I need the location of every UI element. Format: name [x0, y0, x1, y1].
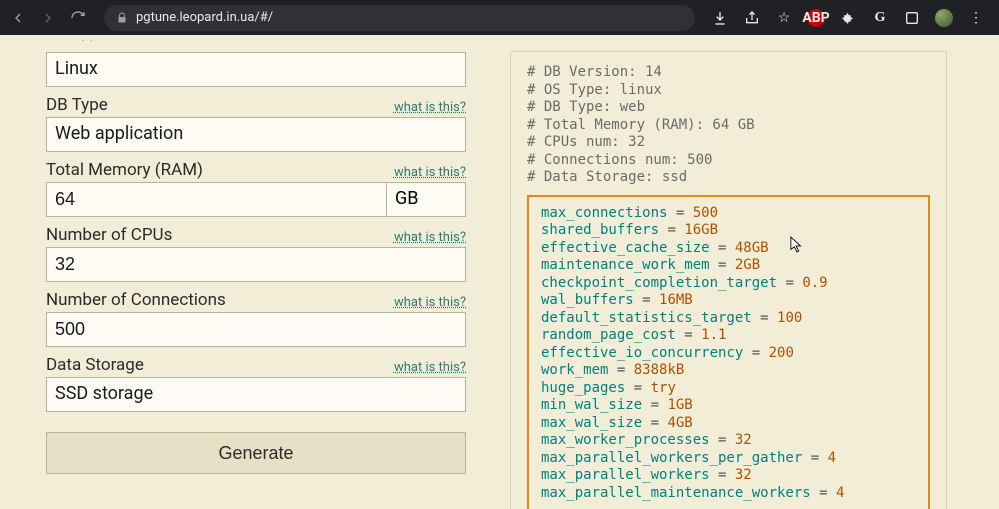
toolbar-right: ☆ ABP G ⋮: [711, 9, 991, 27]
total-memory-label: Total Memory (RAM): [46, 160, 203, 180]
google-g-icon[interactable]: G: [871, 9, 889, 27]
data-storage-select[interactable]: SSD storage: [46, 377, 466, 412]
comment-line: # OS Type: linux: [527, 82, 930, 100]
config-line: min_wal_size = 1GB: [541, 397, 916, 415]
cpus-field: Number of CPUs what is this?: [46, 225, 466, 282]
config-line: max_parallel_workers = 32: [541, 467, 916, 485]
config-line: default_statistics_target = 100: [541, 310, 916, 328]
config-line: work_mem = 8388kB: [541, 362, 916, 380]
config-settings: max_connections = 500shared_buffers = 16…: [527, 195, 930, 509]
total-memory-help-link[interactable]: what is this?: [394, 165, 466, 180]
comment-line: # DB Type: web: [527, 99, 930, 117]
cpus-label: Number of CPUs: [46, 225, 172, 245]
config-line: maintenance_work_mem = 2GB: [541, 257, 916, 275]
cpus-help-link[interactable]: what is this?: [394, 230, 466, 245]
tabs-icon[interactable]: [903, 9, 921, 27]
total-memory-field: Total Memory (RAM) what is this? GB: [46, 160, 466, 217]
config-line: max_wal_size = 4GB: [541, 415, 916, 433]
config-line: wal_buffers = 16MB: [541, 292, 916, 310]
config-comments: # DB Version: 14# OS Type: linux# DB Typ…: [527, 64, 930, 187]
os-type-field: OS Type what is this? Linux: [46, 35, 466, 87]
comment-line: # CPUs num: 32: [527, 134, 930, 152]
data-storage-label: Data Storage: [46, 355, 144, 375]
connections-field: Number of Connections what is this?: [46, 290, 466, 347]
install-app-icon[interactable]: [711, 9, 729, 27]
os-type-select[interactable]: Linux: [46, 52, 466, 87]
form-panel: OS Type what is this? Linux DB Type what…: [46, 35, 466, 509]
page-body: OS Type what is this? Linux DB Type what…: [0, 35, 999, 509]
comment-line: # Total Memory (RAM): 64 GB: [527, 117, 930, 135]
comment-line: # Connections num: 500: [527, 152, 930, 170]
extensions-icon[interactable]: [839, 9, 857, 27]
lock-icon: [116, 12, 128, 24]
abp-extension-icon[interactable]: ABP: [807, 9, 825, 27]
db-type-field: DB Type what is this? Web application: [46, 95, 466, 152]
data-storage-field: Data Storage what is this? SSD storage: [46, 355, 466, 412]
config-line: max_parallel_workers_per_gather = 4: [541, 450, 916, 468]
url-text: pgtune.leopard.in.ua/#/: [136, 10, 273, 25]
comment-line: # Data Storage: ssd: [527, 169, 930, 187]
profile-avatar[interactable]: [935, 9, 953, 27]
browser-toolbar: pgtune.leopard.in.ua/#/ ☆ ABP G ⋮: [0, 0, 999, 35]
output-box: # DB Version: 14# OS Type: linux# DB Typ…: [510, 51, 947, 509]
os-type-label: OS Type: [46, 40, 108, 42]
share-icon[interactable]: [743, 9, 761, 27]
config-line: effective_cache_size = 48GB: [541, 240, 916, 258]
comment-line: # DB Version: 14: [527, 64, 930, 82]
db-type-help-link[interactable]: what is this?: [394, 100, 466, 115]
data-storage-help-link[interactable]: what is this?: [394, 360, 466, 375]
cpus-input[interactable]: [46, 247, 466, 282]
config-line: random_page_cost = 1.1: [541, 327, 916, 345]
connections-help-link[interactable]: what is this?: [394, 295, 466, 310]
total-memory-input[interactable]: [46, 182, 386, 217]
bookmark-icon[interactable]: ☆: [775, 9, 793, 27]
config-line: huge_pages = try: [541, 380, 916, 398]
db-type-select[interactable]: Web application: [46, 117, 466, 152]
forward-button[interactable]: [38, 8, 58, 28]
config-line: effective_io_concurrency = 200: [541, 345, 916, 363]
menu-icon[interactable]: ⋮: [967, 9, 985, 27]
config-line: max_connections = 500: [541, 205, 916, 223]
config-line: max_worker_processes = 32: [541, 432, 916, 450]
config-line: max_parallel_maintenance_workers = 4: [541, 485, 916, 503]
config-line: checkpoint_completion_target = 0.9: [541, 275, 916, 293]
connections-input[interactable]: [46, 312, 466, 347]
reload-button[interactable]: [68, 8, 88, 28]
memory-unit-select[interactable]: GB: [386, 182, 466, 217]
config-line: shared_buffers = 16GB: [541, 222, 916, 240]
db-type-label: DB Type: [46, 95, 108, 115]
address-bar[interactable]: pgtune.leopard.in.ua/#/: [104, 5, 695, 31]
connections-label: Number of Connections: [46, 290, 226, 310]
generate-button[interactable]: Generate: [46, 432, 466, 474]
back-button[interactable]: [8, 8, 28, 28]
output-panel: # DB Version: 14# OS Type: linux# DB Typ…: [510, 35, 953, 509]
